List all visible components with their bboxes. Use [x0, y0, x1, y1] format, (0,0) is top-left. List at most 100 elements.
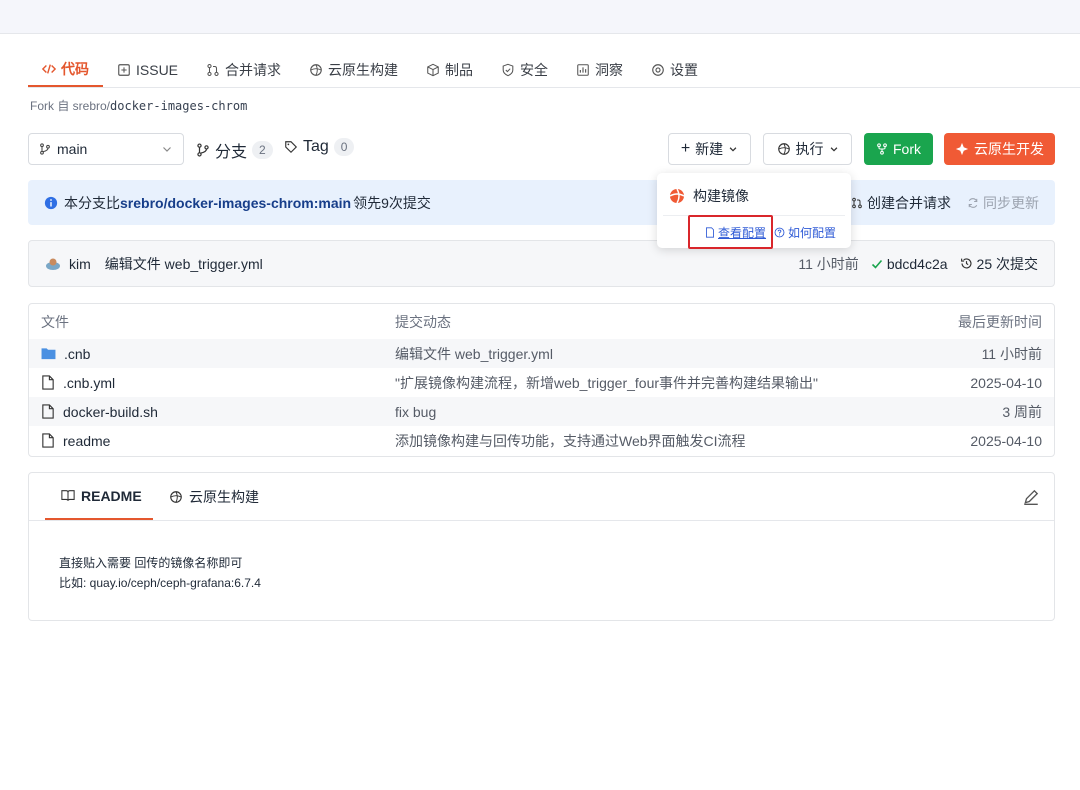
file-name-cell[interactable]: docker-build.sh: [41, 404, 158, 420]
tab-settings[interactable]: 设置: [637, 52, 712, 87]
build-icon: [170, 490, 182, 503]
new-dropdown-menu: 构建镜像 查看配置 如何配置: [657, 173, 851, 248]
dropdown-links: 查看配置 如何配置: [705, 224, 836, 241]
file-name: readme: [63, 432, 111, 449]
tab-issue[interactable]: ISSUE: [103, 52, 192, 87]
tab-label: ISSUE: [136, 61, 179, 78]
build-image-icon: [669, 188, 685, 204]
branch-icon: [197, 143, 209, 157]
history-icon: [960, 258, 972, 269]
info-ref: srebro/docker-images-chrom:main: [120, 194, 352, 211]
fork-repo-link[interactable]: docker-images-chrom: [110, 99, 247, 113]
tags-label: Tag: [303, 138, 329, 155]
branches-link[interactable]: 分支 2: [196, 138, 273, 162]
chevron-down-icon: [163, 147, 171, 152]
commit-message-cell[interactable]: 编辑文件 web_trigger.yml: [395, 344, 553, 364]
tab-code[interactable]: 代码: [28, 52, 103, 87]
build-image-item[interactable]: 构建镜像: [669, 186, 749, 206]
updated-cell: 11 小时前: [981, 345, 1042, 362]
view-config-label: 查看配置: [718, 226, 767, 240]
commit-count: 25 次提交: [976, 255, 1038, 272]
tab-package[interactable]: 制品: [412, 52, 487, 87]
branch-select[interactable]: main: [28, 133, 184, 165]
merge-request-icon: [852, 197, 862, 208]
cloud-dev-button[interactable]: 云原生开发: [944, 133, 1055, 165]
chevron-down-icon: [729, 147, 737, 152]
info-prefix: 本分支比: [64, 194, 120, 211]
issue-icon: [118, 63, 130, 76]
build-image-label: 构建镜像: [693, 188, 749, 204]
commit-count-link[interactable]: 25 次提交: [960, 254, 1038, 274]
table-row[interactable]: .cnb.yml "扩展镜像构建流程，新增web_trigger_four事件并…: [29, 368, 1054, 397]
tag-icon: [285, 141, 298, 154]
fork-icon: [877, 143, 887, 155]
how-to-config-label: 如何配置: [788, 226, 837, 240]
tab-security[interactable]: 安全: [487, 52, 562, 87]
file-icon: [42, 433, 54, 448]
repo-tabs: 代码 ISSUE 合并请求 云原生构建 制品 安全 洞察 设置: [28, 52, 1080, 88]
tab-readme-label: README: [81, 487, 142, 504]
readme-line-2: 比如: quay.io/ceph/ceph-grafana:6.7.4: [59, 576, 261, 590]
tab-readme[interactable]: README: [45, 473, 153, 520]
tab-merge-request[interactable]: 合并请求: [192, 52, 295, 87]
table-row[interactable]: docker-build.sh fix bug 3 周前: [29, 397, 1054, 426]
commit-message-cell[interactable]: fix bug: [395, 404, 436, 420]
tags-link[interactable]: Tag 0: [284, 138, 355, 156]
sync-icon: [968, 197, 978, 208]
commit-hash: bdcd4c2a: [886, 255, 948, 272]
header-commit: 提交动态: [395, 313, 451, 330]
code-icon: [42, 63, 56, 74]
how-to-config-link[interactable]: 如何配置: [774, 224, 836, 241]
build-icon: [310, 63, 322, 76]
run-button[interactable]: 执行: [763, 133, 852, 165]
readme-content: 直接贴入需要 回传的镜像名称即可 比如: quay.io/ceph/ceph-g…: [59, 553, 261, 593]
commit-message-cell[interactable]: "扩展镜像构建流程，新增web_trigger_four事件并完善构建结果输出": [395, 373, 818, 393]
tab-label: 安全: [520, 61, 549, 78]
tab-label: 设置: [670, 61, 699, 78]
top-bar: [0, 0, 1080, 34]
tab-readme-build[interactable]: 云原生构建: [169, 473, 259, 520]
file-name: .cnb.yml: [63, 374, 116, 391]
commit-message-cell[interactable]: 添加镜像构建与回传功能，支持通过Web界面触发CI流程: [395, 431, 746, 451]
commit-time: 11 小时前: [798, 255, 859, 272]
fork-prefix: Fork 自 srebro/: [30, 99, 111, 113]
cloud-dev-button-label: 云原生开发: [974, 141, 1044, 157]
folder-icon: [41, 348, 56, 360]
chevron-down-icon: [830, 147, 837, 152]
view-config-link[interactable]: 查看配置: [705, 224, 766, 241]
run-button-label: 执行: [795, 141, 824, 157]
commit-message[interactable]: 编辑文件 web_trigger.yml: [105, 254, 263, 274]
readme-tabs: README 云原生构建: [29, 473, 1054, 521]
tab-label: 云原生构建: [328, 61, 399, 78]
file-icon: [42, 375, 54, 390]
check-icon: [871, 259, 882, 269]
new-button-label: 新建: [695, 141, 724, 157]
tab-insight[interactable]: 洞察: [562, 52, 637, 87]
new-button[interactable]: + 新建: [668, 133, 751, 165]
tab-label: 制品: [445, 61, 474, 78]
insight-icon: [577, 63, 589, 76]
file-name-cell[interactable]: .cnb.yml: [41, 375, 115, 391]
file-name-cell[interactable]: .cnb: [41, 346, 90, 362]
readme-panel: README 云原生构建 直接贴入需要 回传的镜像名称即可 比如: quay.i…: [28, 472, 1055, 621]
package-icon: [427, 63, 439, 76]
file-name-cell[interactable]: readme: [41, 433, 110, 449]
commit-author[interactable]: kim: [69, 256, 91, 272]
create-merge-request-link[interactable]: 创建合并请求: [851, 193, 951, 213]
tab-cloud-build[interactable]: 云原生构建: [295, 52, 412, 87]
create-merge-request-label: 创建合并请求: [867, 194, 951, 211]
edit-icon[interactable]: [1022, 488, 1040, 506]
fork-button[interactable]: Fork: [864, 133, 933, 165]
sync-update-link[interactable]: 同步更新: [967, 193, 1039, 213]
build-icon: [777, 143, 790, 155]
commit-hash-link[interactable]: bdcd4c2a: [871, 256, 948, 272]
tags-count: 0: [333, 138, 355, 156]
book-icon: [61, 490, 75, 501]
dropdown-divider: [663, 215, 845, 216]
help-icon: [774, 227, 785, 238]
updated-cell: 2025-04-10: [970, 374, 1042, 391]
table-row[interactable]: .cnb 编辑文件 web_trigger.yml 11 小时前: [29, 339, 1054, 368]
tab-label: 合并请求: [225, 61, 282, 78]
table-row[interactable]: readme 添加镜像构建与回传功能，支持通过Web界面触发CI流程 2025-…: [29, 426, 1054, 455]
file-table: 文件 提交动态 最后更新时间 .cnb 编辑文件 web_trigger.yml…: [28, 303, 1055, 457]
